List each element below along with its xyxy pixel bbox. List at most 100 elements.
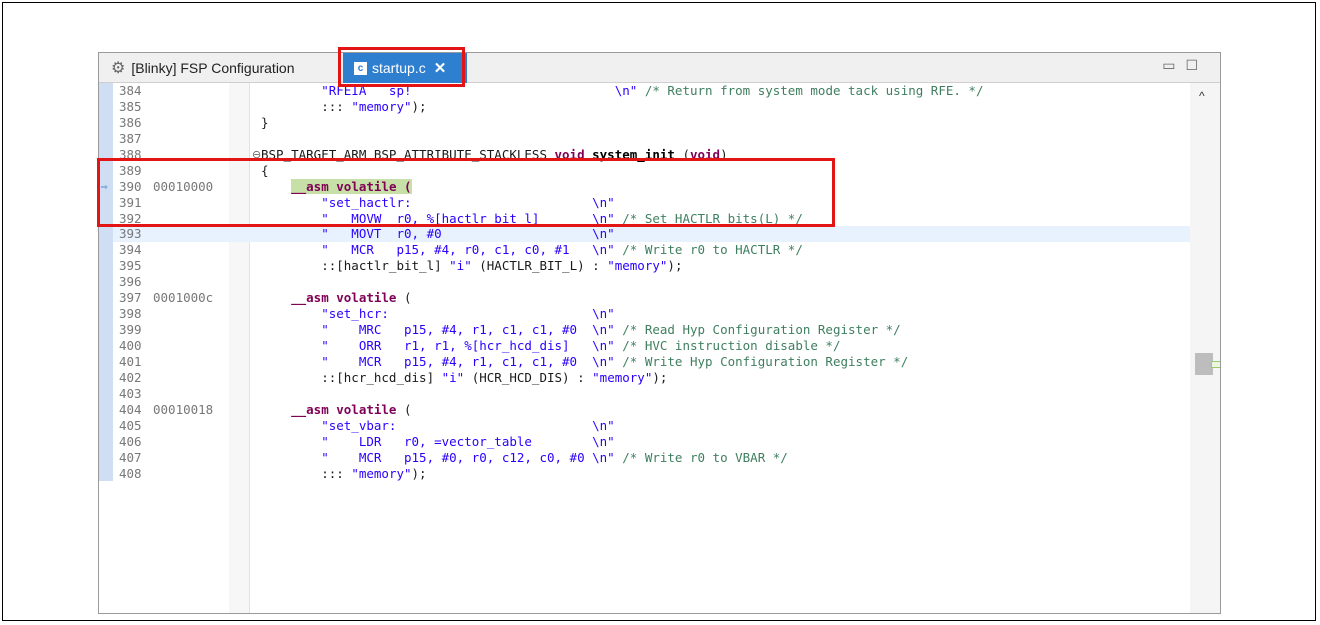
code-line[interactable]: 401 " MCR p15, #4, r1, c1, c1, #0 \n" /*… (99, 353, 1220, 370)
gutter-marker[interactable] (99, 353, 113, 370)
gutter-marker[interactable] (99, 465, 113, 482)
line-number: 393 (119, 226, 142, 242)
gutter-marker[interactable] (99, 385, 113, 402)
code-token: ::[hactlr_bit_l] (261, 258, 450, 274)
gutter-marker[interactable] (99, 433, 113, 450)
line-number: 408 (119, 465, 142, 481)
line-number: 405 (119, 417, 142, 433)
code-text: "set_hactlr: \n" (261, 195, 615, 211)
line-number: 392 (119, 210, 142, 226)
gutter-marker[interactable] (99, 401, 113, 418)
maximize-icon[interactable]: ☐ (1185, 57, 1208, 73)
code-line[interactable]: 384 "RFEIA sp! \n" /* Return from system… (99, 83, 1220, 99)
code-line[interactable]: 406 " LDR r0, =vector_table \n" (99, 433, 1220, 450)
code-line[interactable]: 403 (99, 385, 1220, 402)
code-token: ); (411, 465, 427, 481)
code-line[interactable]: 386} (99, 114, 1220, 131)
code-line[interactable]: 391 "set_hactlr: \n" (99, 194, 1220, 211)
code-line[interactable]: 394 " MCR p15, #4, r0, c1, c0, #1 \n" /*… (99, 242, 1220, 259)
code-line[interactable]: 396 (99, 274, 1220, 291)
line-number: 390 (119, 178, 142, 194)
code-token: system_init (584, 146, 683, 162)
gutter-marker[interactable] (99, 226, 113, 243)
window-controls: ▭☐ (1162, 57, 1208, 74)
gutter-marker[interactable] (99, 83, 113, 99)
code-token: ); (411, 98, 427, 114)
gutter-marker[interactable] (99, 98, 113, 115)
gutter-marker[interactable] (99, 369, 113, 386)
line-number: 400 (119, 338, 142, 353)
code-text: __asm volatile ( (261, 290, 411, 306)
gutter-marker[interactable] (99, 338, 113, 354)
gutter-marker[interactable] (99, 274, 113, 291)
code-line[interactable]: 408 ::: "memory"); (99, 465, 1220, 482)
gutter-marker[interactable] (99, 162, 113, 179)
code-token: (HACTLR_BIT_L) : (471, 258, 608, 274)
code-token: } (261, 114, 269, 130)
code-text: } (261, 115, 269, 131)
code-line[interactable]: 393 " MOVT r0, #0 \n" (99, 226, 1220, 243)
code-lines: 384 "RFEIA sp! \n" /* Return from system… (99, 83, 1220, 482)
gutter-marker[interactable] (99, 290, 113, 307)
code-line[interactable]: 392 " MOVW r0, %[hactlr_bit_l] \n" /* Se… (99, 210, 1220, 227)
vertical-scrollbar[interactable]: ^ (1190, 83, 1220, 613)
code-token: " MOVW r0, %[hactlr_bit_l] \n" (261, 210, 615, 226)
tab-fsp-configuration[interactable]: ⚙ [Blinky] FSP Configuration (103, 53, 343, 83)
code-line[interactable]: 405 "set_vbar: \n" (99, 417, 1220, 434)
gear-icon: ⚙ (111, 60, 126, 77)
gutter-marker[interactable] (99, 258, 113, 275)
gutter-marker[interactable] (99, 194, 113, 211)
code-line[interactable]: 407 " MCR p15, #0, r0, c12, c0, #0 \n" /… (99, 449, 1220, 466)
code-text: "set_hcr: \n" (261, 306, 615, 322)
code-text: __asm volatile ( (261, 178, 412, 195)
code-token: ); (652, 369, 668, 385)
code-line[interactable]: 389 { (99, 162, 1220, 179)
code-line[interactable]: 385 ::: "memory"); (99, 98, 1220, 115)
highlighted-statement: __asm volatile ( (291, 178, 412, 194)
code-line[interactable]: 404 00010018 __asm volatile ( (99, 401, 1220, 418)
instruction-address: 00010000 (153, 178, 214, 194)
code-token: ) (720, 146, 728, 162)
code-token: "RFEIA sp! \n" (261, 83, 638, 98)
gutter-marker[interactable] (99, 146, 113, 163)
code-line[interactable]: 398 "set_hcr: \n" (99, 306, 1220, 323)
code-text: "set_vbar: \n" (261, 418, 615, 434)
minimize-icon[interactable]: ▭ (1162, 57, 1185, 73)
tab-startup-c[interactable]: c startup.c ✕ (343, 53, 467, 83)
code-text: ::: "memory"); (261, 98, 427, 115)
code-line[interactable]: 397 0001000c __asm volatile ( (99, 290, 1220, 307)
gutter-marker[interactable] (99, 114, 113, 131)
code-line[interactable]: 402 ::[hcr_hcd_dis] "i" (HCR_HCD_DIS) : … (99, 369, 1220, 386)
gutter-marker[interactable] (99, 417, 113, 434)
code-line[interactable]: 399 " MRC p15, #4, r1, c1, c1, #0 \n" /*… (99, 322, 1220, 338)
gutter-marker[interactable] (99, 210, 113, 227)
close-icon[interactable]: ✕ (434, 59, 447, 77)
gutter-marker[interactable] (99, 449, 113, 466)
gutter-marker[interactable] (99, 242, 113, 259)
instruction-address: 0001000c (153, 290, 214, 306)
code-text: " MCR p15, #0, r0, c12, c0, #0 \n" /* Wr… (261, 450, 788, 466)
gutter-marker[interactable] (99, 130, 113, 147)
code-token: __asm volatile (261, 290, 404, 306)
code-text: " LDR r0, =vector_table \n" (261, 434, 615, 450)
fold-toggle-icon[interactable]: ⊖ (252, 147, 261, 163)
code-text: ::: "memory"); (261, 465, 427, 482)
code-line[interactable]: 395 ::[hactlr_bit_l] "i" (HACTLR_BIT_L) … (99, 258, 1220, 275)
gutter-marker[interactable] (99, 306, 113, 323)
code-line[interactable]: 388 ⊖ BSP_TARGET_ARM BSP_ATTRIBUTE_STACKLE… (99, 146, 1220, 163)
code-line[interactable]: 400 " ORR r1, r1, %[hcr_hcd_dis] \n" /* … (99, 338, 1220, 354)
code-line[interactable]: 387 (99, 130, 1220, 147)
line-number: 385 (119, 98, 142, 114)
code-token: (HCR_HCD_DIS) : (464, 369, 593, 385)
line-number: 394 (119, 242, 142, 258)
code-token: /* Write Hyp Configuration Register */ (614, 353, 909, 369)
code-token: BSP_TARGET_ARM BSP_ATTRIBUTE_STACKLESS (261, 146, 555, 162)
code-token: "memory" (607, 258, 668, 274)
line-number: 386 (119, 114, 142, 130)
code-line[interactable]: ⇨ 390 00010000 __asm volatile ( (99, 178, 1220, 195)
code-token: ( (682, 146, 690, 162)
scroll-up-icon[interactable]: ^ (1199, 89, 1205, 103)
code-token: "i" (441, 369, 465, 385)
line-number: 399 (119, 322, 142, 338)
gutter-marker[interactable] (99, 322, 113, 338)
